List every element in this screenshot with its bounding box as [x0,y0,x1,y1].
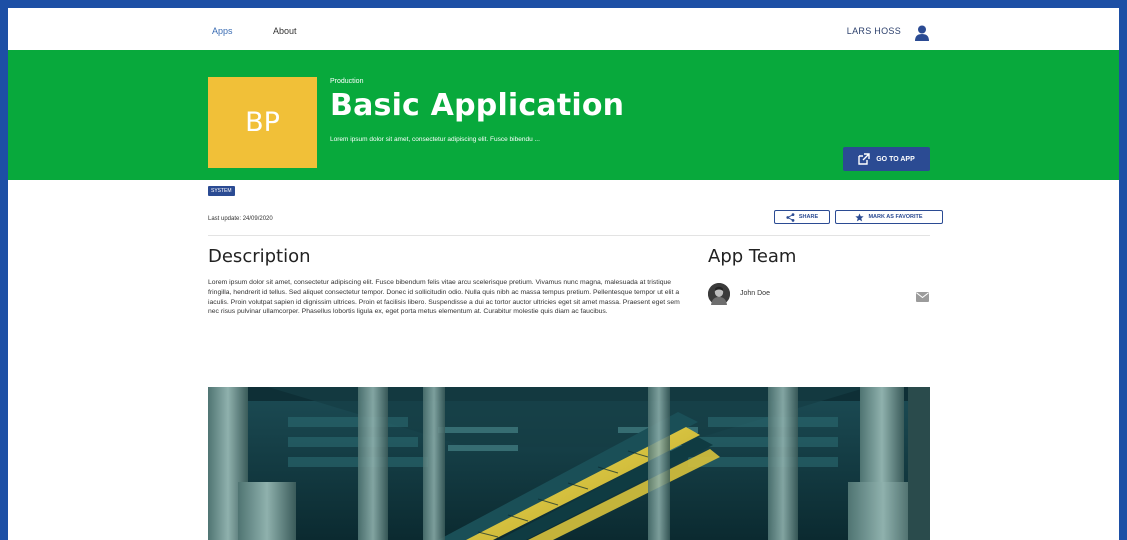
user-name[interactable]: LARS HOSS [847,26,901,36]
team-member-name: John Doe [740,290,770,297]
app-logo-initials: BP [245,107,280,138]
share-button[interactable]: SHARE [774,210,830,224]
nav-about-link[interactable]: About [273,26,297,36]
avatar [708,283,730,305]
app-team-heading: App Team [708,246,797,267]
app-title: Basic Application [330,88,625,123]
go-to-app-button[interactable]: GO TO APP [843,147,930,171]
description-body: Lorem ipsum dolor sit amet, consectetur … [208,279,680,316]
mail-icon[interactable] [916,289,929,302]
nav-apps-link[interactable]: Apps [212,26,233,36]
share-label: SHARE [798,214,819,220]
mark-favorite-button[interactable]: MARK AS FAVORITE [835,210,943,224]
go-to-app-label: GO TO APP [876,155,915,163]
last-update: Last update: 24/09/2020 [208,216,273,222]
page-frame: Apps About LARS HOSS BP Production Basic… [8,8,1119,540]
section-divider [208,235,930,236]
star-icon [855,212,865,221]
system-badge: SYSTEM [208,186,235,196]
app-feature-image [208,387,930,540]
share-icon [786,212,795,222]
mark-favorite-label: MARK AS FAVORITE [868,214,923,220]
app-short-description: Lorem ipsum dolor sit amet, consectetur … [330,136,540,143]
top-nav: Apps About LARS HOSS [8,18,1119,50]
app-hero-banner: BP Production Basic Application Lorem ip… [8,50,1119,180]
user-icon[interactable] [915,25,929,41]
app-environment: Production [330,78,364,85]
app-logo: BP [208,77,317,168]
external-link-icon [858,153,870,165]
description-heading: Description [208,246,311,267]
